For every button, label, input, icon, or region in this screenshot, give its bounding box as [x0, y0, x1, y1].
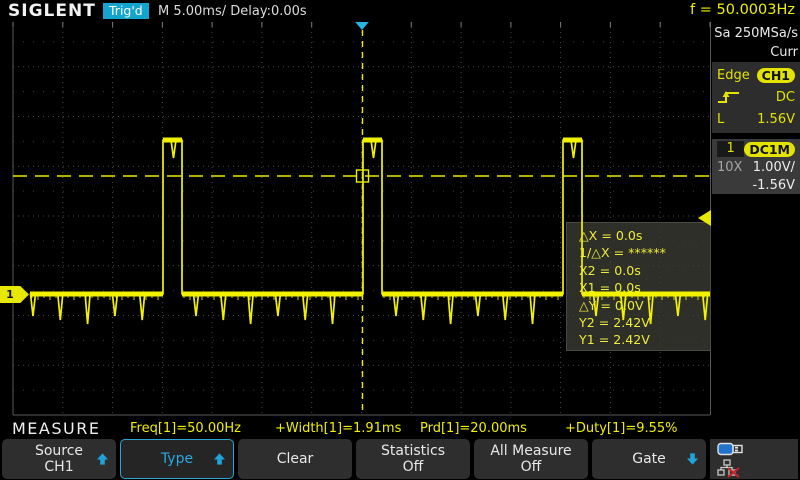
menu-button-source[interactable]: Source CH1: [2, 439, 116, 479]
channel-offset-readout: -1.56V: [752, 178, 795, 193]
trigger-level-label: L: [717, 112, 724, 127]
sample-rate-readout: Sa 250MSa/s: [712, 25, 798, 44]
channel-scale-readout: 1.00V/: [753, 160, 795, 175]
sidebar: Sa 250MSa/s Curr 17.5Mpts Edge CH1 DC L …: [712, 22, 800, 418]
status-icons-cell: [710, 439, 798, 479]
menu-button-statistics[interactable]: Statistics Off: [356, 439, 470, 479]
up-arrow-icon: [96, 453, 109, 466]
timebase-readout: M 5.00ms/ Delay:0.00s: [158, 4, 307, 19]
channel-number-badge: 1: [717, 141, 744, 157]
trigger-source-badge: CH1: [757, 68, 795, 83]
siglent-logo: SIGLENT: [8, 1, 96, 21]
softkey-menu: Source CH1 Type Clear Statistics Off All…: [0, 438, 800, 480]
menu-button-type[interactable]: Type: [120, 439, 234, 479]
cursor-y1: Y1 = 2.42V: [579, 331, 710, 348]
graticule-layer: [0, 22, 712, 418]
oscilloscope-screen: SIGLENT Trig'd M 5.00ms/ Delay:0.00s f =…: [0, 0, 800, 480]
rising-edge-icon: [717, 89, 741, 105]
cursor-x1: X1 = 0.0s: [579, 279, 710, 296]
up-arrow-icon: [213, 453, 226, 466]
cursor-delta-x: △X = 0.0s: [579, 227, 710, 244]
channel-info-panel[interactable]: 1 DC1M 10X 1.00V/ -1.56V: [712, 139, 800, 194]
menu-button-gate[interactable]: Gate: [592, 439, 706, 479]
measurement-pos-width: +Width[1]=1.91ms: [275, 421, 401, 436]
cursor-delta-y: △Y = 0.0V: [579, 297, 710, 314]
trigger-status-badge: Trig'd: [103, 3, 149, 19]
trigger-coupling-label: DC: [776, 90, 795, 105]
measurement-pos-duty: +Duty[1]=9.55%: [565, 421, 678, 436]
cursor-y2: Y2 = 2.42V: [579, 314, 710, 331]
menu-button-clear[interactable]: Clear: [238, 439, 352, 479]
menu-button-all-measure[interactable]: All Measure Off: [474, 439, 588, 479]
channel-coupling-badge: DC1M: [744, 142, 795, 157]
cursor-readout-panel: △X = 0.0s 1/△X = ****** X2 = 0.0s X1 = 0…: [566, 222, 711, 351]
measure-title: MEASURE: [12, 419, 100, 438]
usb-icon: [717, 442, 744, 457]
trigger-type-label: Edge: [717, 68, 750, 83]
trigger-info-panel[interactable]: Edge CH1 DC L 1.56V: [712, 62, 800, 133]
probe-attenuation-label: 10X: [717, 160, 742, 175]
lan-disconnected-icon: [717, 459, 741, 478]
frequency-counter: f = 50.0003Hz: [690, 2, 795, 18]
cursor-x2: X2 = 0.0s: [579, 262, 710, 279]
down-arrow-icon: [686, 453, 699, 466]
measure-bar: MEASURE Freq[1]=50.00Hz +Width[1]=1.91ms…: [0, 418, 800, 438]
trigger-level-value: 1.56V: [757, 112, 795, 127]
measurement-freq: Freq[1]=50.00Hz: [130, 421, 241, 436]
top-status-bar: SIGLENT Trig'd M 5.00ms/ Delay:0.00s f =…: [0, 0, 800, 22]
cursor-inverse-delta-x: 1/△X = ******: [579, 244, 710, 261]
measurement-period: Prd[1]=20.00ms: [420, 421, 527, 436]
